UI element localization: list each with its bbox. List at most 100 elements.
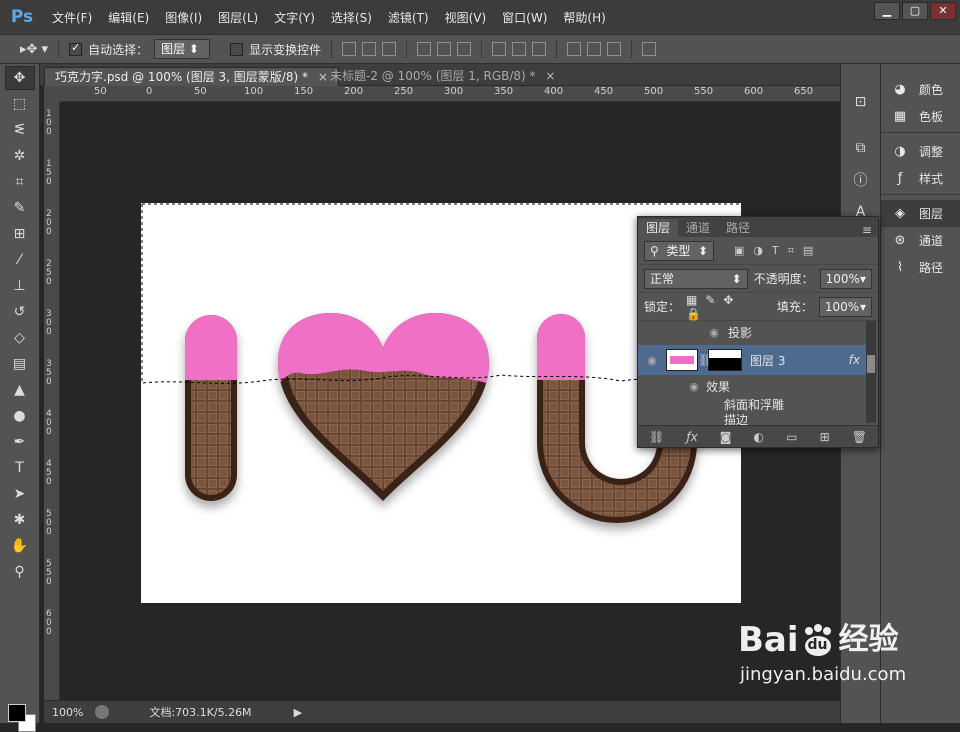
distribute-bottom-icon[interactable]: [532, 42, 547, 56]
distribute-hcenter-icon[interactable]: [587, 42, 602, 56]
zoom-level[interactable]: 100%: [52, 706, 83, 719]
panel-layers[interactable]: ◈ 图层: [881, 200, 960, 227]
menu-layer[interactable]: 图层(L): [210, 9, 266, 26]
menu-help[interactable]: 帮助(H): [555, 9, 613, 26]
link-icon[interactable]: ⛓: [698, 353, 713, 367]
add-style-icon[interactable]: ƒx: [686, 430, 697, 444]
trash-icon[interactable]: 🗑: [852, 430, 867, 444]
menu-type[interactable]: 文字(Y): [266, 9, 323, 26]
filter-icons[interactable]: ▣◑T⌗▤: [734, 244, 822, 258]
brush-tool-icon[interactable]: ⁄: [5, 248, 35, 272]
auto-align-icon[interactable]: [642, 42, 657, 56]
align-vcenter-icon[interactable]: [362, 42, 377, 56]
add-mask-icon[interactable]: ◙: [720, 430, 732, 444]
navigator-icon[interactable]: ⊡: [849, 90, 873, 114]
path-selection-tool-icon[interactable]: ➤: [5, 482, 35, 506]
status-info-icon[interactable]: [95, 705, 110, 719]
move-tool-icon[interactable]: ▸✥ ▾: [20, 42, 48, 57]
clone-stamp-tool-icon[interactable]: ⊥: [5, 274, 35, 298]
menu-window[interactable]: 窗口(W): [494, 9, 555, 26]
align-top-icon[interactable]: [342, 42, 357, 56]
menu-filter[interactable]: 滤镜(T): [380, 9, 437, 26]
layer-filter-dropdown[interactable]: ⚲ 类型 ⬍: [644, 240, 714, 261]
lasso-tool-icon[interactable]: ᓬ: [5, 118, 35, 142]
ruler-corner[interactable]: [44, 86, 60, 102]
show-transform-checkbox[interactable]: [230, 42, 244, 56]
eraser-tool-icon[interactable]: ◇: [5, 326, 35, 350]
layer-row-3[interactable]: ◉ ⛓ 图层 3 fx: [638, 345, 866, 375]
visibility-eye-icon[interactable]: ◉: [686, 380, 702, 393]
new-layer-icon[interactable]: ⊞: [820, 430, 830, 444]
minimize-button[interactable]: ▁: [874, 2, 900, 20]
adjustment-layer-icon[interactable]: ◐: [754, 430, 764, 444]
panel-swatches[interactable]: ▦ 色板: [881, 103, 960, 130]
panel-menu-icon[interactable]: ≡: [856, 223, 878, 237]
tab-channels[interactable]: 通道: [678, 219, 718, 237]
status-menu-arrow-icon[interactable]: ▶: [294, 706, 302, 719]
opacity-input[interactable]: 100% ▾: [819, 268, 872, 289]
healing-brush-tool-icon[interactable]: ⊞: [5, 222, 35, 246]
distribute-right-icon[interactable]: [607, 42, 622, 56]
close-button[interactable]: ✕: [930, 2, 956, 20]
visibility-eye-icon[interactable]: ◉: [644, 354, 660, 367]
foreground-color-swatch[interactable]: [8, 704, 26, 722]
align-left-icon[interactable]: [417, 42, 432, 56]
crop-tool-icon[interactable]: ⌗: [5, 170, 35, 194]
zoom-tool-icon[interactable]: ⚲: [5, 560, 35, 584]
link-layers-icon[interactable]: ⛓: [649, 430, 664, 444]
lock-icons[interactable]: ▦✎✥🔒: [686, 293, 763, 321]
distribute-top-icon[interactable]: [492, 42, 507, 56]
fill-input[interactable]: 100% ▾: [818, 296, 872, 317]
align-right-icon[interactable]: [457, 42, 472, 56]
vertical-ruler[interactable]: 100 150 200 250 300 350 400 450 500 550 …: [44, 102, 60, 702]
eyedropper-tool-icon[interactable]: ✎: [5, 196, 35, 220]
horizontal-ruler[interactable]: 50 0 50 100 150 200 250 300 350 400 450 …: [60, 86, 840, 102]
layer-mask-thumbnail[interactable]: [708, 349, 742, 371]
menu-file[interactable]: 文件(F): [44, 9, 100, 26]
tab-paths[interactable]: 路径: [718, 219, 758, 237]
panel-styles[interactable]: ƒ 样式: [881, 165, 960, 192]
magic-wand-tool-icon[interactable]: ✲: [5, 144, 35, 168]
shape-tool-icon[interactable]: ✱: [5, 508, 35, 532]
panel-paths[interactable]: ⌇ 路径: [881, 254, 960, 281]
tab-layers[interactable]: 图层: [638, 219, 679, 237]
auto-select-dropdown[interactable]: 图层 ⬍: [154, 39, 211, 59]
maximize-button[interactable]: ▢: [902, 2, 928, 20]
dodge-tool-icon[interactable]: ●: [5, 404, 35, 428]
history-brush-tool-icon[interactable]: ↺: [5, 300, 35, 324]
layer-effect-bevel[interactable]: 斜面和浮雕: [638, 395, 866, 413]
layer-effect-drop-shadow[interactable]: ◉ 投影: [638, 321, 866, 343]
new-group-icon[interactable]: ▭: [786, 430, 797, 444]
info-icon[interactable]: ⓘ: [849, 168, 873, 192]
type-tool-icon[interactable]: T: [5, 456, 35, 480]
marquee-tool-icon[interactable]: ⬚: [5, 92, 35, 116]
layers-scrollbar[interactable]: [866, 321, 876, 423]
panel-color[interactable]: ◕ 颜色: [881, 76, 960, 103]
menu-select[interactable]: 选择(S): [323, 9, 380, 26]
distribute-left-icon[interactable]: [567, 42, 582, 56]
panel-adjustments[interactable]: ◑ 调整: [881, 138, 960, 165]
tab-chocolate-psd[interactable]: 巧克力字.psd @ 100% (图层 3, 图层蒙版/8) * ×: [44, 67, 339, 86]
panel-channels[interactable]: ⊛ 通道: [881, 227, 960, 254]
auto-select-checkbox[interactable]: [69, 41, 83, 56]
menu-view[interactable]: 视图(V): [437, 9, 495, 26]
history-icon[interactable]: ⧉: [849, 136, 873, 160]
tab-untitled-2[interactable]: 未标题-2 @ 100% (图层 1, RGB/8) * ×: [320, 67, 565, 86]
pen-tool-icon[interactable]: ✒: [5, 430, 35, 454]
menu-edit[interactable]: 编辑(E): [100, 9, 157, 26]
scroll-thumb[interactable]: [867, 355, 875, 373]
fx-icon[interactable]: fx: [849, 353, 860, 367]
hand-tool-icon[interactable]: ✋: [5, 534, 35, 558]
gradient-tool-icon[interactable]: ▤: [5, 352, 35, 376]
blend-mode-dropdown[interactable]: 正常 ⬍: [644, 268, 748, 289]
distribute-vcenter-icon[interactable]: [512, 42, 527, 56]
layer-effect-stroke[interactable]: 描边: [638, 412, 866, 427]
align-hcenter-icon[interactable]: [437, 42, 452, 56]
close-tab-icon[interactable]: ×: [545, 69, 555, 83]
layer-effects-group[interactable]: ◉ 效果: [638, 377, 866, 395]
menu-image[interactable]: 图像(I): [157, 9, 210, 26]
visibility-eye-icon[interactable]: ◉: [706, 326, 722, 339]
blur-tool-icon[interactable]: ▲: [5, 378, 35, 402]
move-tool-icon[interactable]: ✥: [4, 66, 35, 90]
align-bottom-icon[interactable]: [382, 42, 397, 56]
